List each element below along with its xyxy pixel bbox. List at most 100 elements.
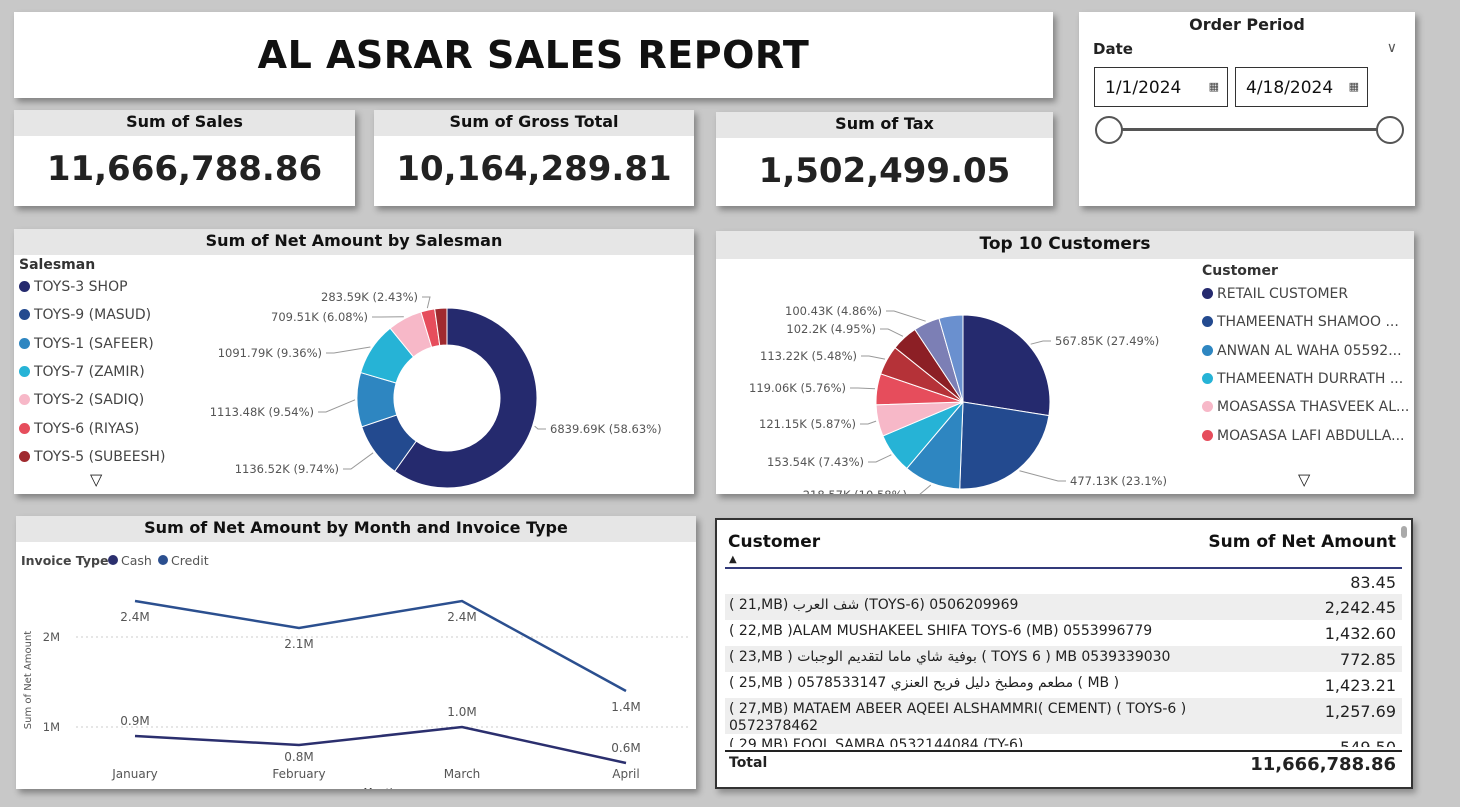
- data-label: 283.59K (2.43%): [321, 290, 418, 304]
- legend-swatch: [108, 555, 118, 565]
- cell-amount: 2,242.45: [1324, 598, 1396, 617]
- slicer-title: Order Period: [1189, 15, 1305, 34]
- data-label: 477.13K (23.1%): [1070, 474, 1167, 488]
- data-label: 0.8M: [284, 750, 313, 764]
- cell-amount: 1,423.21: [1324, 676, 1396, 695]
- data-label: 1113.48K (9.54%): [210, 405, 314, 419]
- chart-title: Sum of Net Amount by Month and Invoice T…: [16, 516, 696, 542]
- cell-customer: ( 23,MB ) بوفية شاي ماما لتقديم الوجبات …: [729, 649, 1171, 665]
- cell-customer: ( 27,MB) MATAEM ABEER AQEEI ALSHAMMRI( C…: [729, 701, 1187, 734]
- table-row[interactable]: ( 22,MB )ALAM MUSHAKEEL SHIFA TOYS-6 (MB…: [725, 620, 1402, 646]
- table-row[interactable]: ( 21,MB) شف العرب (TOYS-6) 0506209969 2,2…: [725, 594, 1402, 620]
- table-body[interactable]: 83.45 ( 21,MB) شف العرب (TOYS-6) 05062099…: [717, 569, 1415, 747]
- table-row[interactable]: ( 23,MB ) بوفية شاي ماما لتقديم الوجبات …: [725, 646, 1402, 672]
- x-tick-label: February: [272, 767, 325, 781]
- leader-line: [343, 452, 374, 470]
- sort-ascending-icon[interactable]: ▲: [729, 554, 737, 565]
- leader-line: [861, 355, 886, 360]
- column-header-customer[interactable]: Customer: [728, 532, 820, 552]
- salesman-donut-card: Sum of Net Amount by Salesman Salesman T…: [14, 229, 694, 494]
- cell-customer: ( 22,MB )ALAM MUSHAKEEL SHIFA TOYS-6 (MB…: [729, 623, 1153, 639]
- x-axis-label: Month: [364, 787, 397, 789]
- data-label: 0.9M: [120, 714, 149, 728]
- legend-title: Invoice Type: [21, 553, 108, 568]
- top-customers-pie-card: Top 10 Customers Customer RETAIL CUSTOME…: [716, 231, 1414, 494]
- calendar-icon[interactable]: ▦: [1349, 80, 1359, 93]
- data-label: 153.54K (7.43%): [767, 455, 864, 469]
- leader-line: [534, 425, 546, 430]
- column-header-amount[interactable]: Sum of Net Amount: [1208, 532, 1396, 552]
- slicer-field-label: Date: [1093, 40, 1133, 58]
- order-period-slicer: Order Period Date ∨ 1/1/2024 ▦ 4/18/2024…: [1079, 12, 1415, 206]
- slider-handle-end[interactable]: [1376, 116, 1404, 144]
- table-total-row: Total 11,666,788.86: [725, 750, 1402, 775]
- kpi-label: Sum of Tax: [716, 112, 1053, 138]
- cell-customer: ( 21,MB) شف العرب (TOYS-6) 0506209969: [729, 597, 1019, 613]
- date-to-input[interactable]: 4/18/2024 ▦: [1235, 67, 1368, 107]
- cell-amount: 549.50: [1340, 738, 1396, 747]
- data-label: 1091.79K (9.36%): [218, 346, 322, 360]
- table-row[interactable]: ( 27,MB) MATAEM ABEER AQEEI ALSHAMMRI( C…: [725, 698, 1402, 734]
- data-label: 567.85K (27.49%): [1055, 334, 1159, 348]
- pie-slice[interactable]: [959, 401, 1050, 490]
- cell-customer: ( 25,MB ) 0578533147 مطعم ومطبخ دليل فري…: [729, 675, 1120, 691]
- y-tick-label: 1M: [43, 720, 60, 734]
- leader-line: [880, 328, 904, 337]
- data-label: 2.1M: [284, 637, 313, 651]
- leader-line: [318, 399, 356, 413]
- calendar-icon[interactable]: ▦: [1209, 80, 1219, 93]
- cell-amount: 1,257.69: [1324, 702, 1396, 721]
- date-to-value: 4/18/2024: [1246, 78, 1334, 98]
- x-tick-label: April: [612, 767, 639, 781]
- kpi-card-gross-total: Sum of Gross Total 10,164,289.81: [374, 110, 694, 206]
- data-label: 0.6M: [611, 741, 640, 755]
- table-row[interactable]: ( 25,MB ) 0578533147 مطعم ومطبخ دليل فري…: [725, 672, 1402, 698]
- leader-line: [860, 420, 877, 425]
- salesman-donut-chart: 6839.69K (58.63%) 1136.52K (9.74%) 1113.48…: [210, 290, 662, 489]
- x-tick-label: January: [111, 767, 158, 781]
- legend-label[interactable]: Cash: [121, 553, 152, 568]
- pie-slice[interactable]: [962, 314, 1051, 417]
- date-from-input[interactable]: 1/1/2024 ▦: [1094, 67, 1228, 107]
- data-label: 2.4M: [447, 610, 476, 624]
- data-label: 1.4M: [611, 700, 640, 714]
- x-tick-label: March: [444, 767, 481, 781]
- kpi-value: 1,502,499.05: [758, 151, 1011, 191]
- kpi-label: Sum of Gross Total: [374, 110, 694, 136]
- data-label: 1.0M: [447, 705, 476, 719]
- line-series-cash[interactable]: [134, 725, 627, 765]
- kpi-value: 11,666,788.86: [46, 149, 323, 189]
- chevron-down-icon[interactable]: ∨: [1387, 40, 1397, 56]
- leader-line: [422, 296, 431, 309]
- y-axis-label: Sum of Net Amount: [23, 631, 34, 730]
- data-label: 121.15K (5.87%): [759, 417, 856, 431]
- date-from-value: 1/1/2024: [1105, 78, 1182, 98]
- kpi-value: 10,164,289.81: [396, 149, 672, 189]
- data-label: 709.51K (6.08%): [271, 310, 368, 324]
- cell-customer: ( 29,MB) FOOL SAMBA 0532144084 (TY-6): [729, 737, 1024, 747]
- slider-handle-start[interactable]: [1095, 116, 1123, 144]
- chart-title: Sum of Net Amount by Salesman: [14, 229, 694, 255]
- total-value: 11,666,788.86: [1250, 754, 1396, 775]
- line-series-credit[interactable]: [134, 599, 627, 693]
- table-scrollbar[interactable]: [1401, 526, 1407, 538]
- leader-line: [1030, 340, 1051, 345]
- date-range-slider-track[interactable]: [1109, 128, 1391, 131]
- table-row[interactable]: ( 29,MB) FOOL SAMBA 0532144084 (TY-6) 549…: [725, 734, 1402, 747]
- y-tick-label: 2M: [43, 630, 60, 644]
- data-label: 218.57K (10.58%): [803, 488, 907, 494]
- data-label: 6839.69K (58.63%): [550, 422, 662, 436]
- month-line-chart: Invoice Type Cash Credit 1M 2M Sum of Net Amo…: [21, 553, 691, 789]
- leader-line: [850, 387, 876, 390]
- table-row[interactable]: 83.45: [725, 569, 1402, 594]
- data-label: 119.06K (5.76%): [749, 381, 846, 395]
- data-label: 100.43K (4.86%): [785, 304, 882, 318]
- report-title-card: AL ASRAR SALES REPORT: [14, 12, 1053, 98]
- leader-line: [1019, 470, 1066, 482]
- kpi-label: Sum of Sales: [14, 110, 355, 136]
- legend-label[interactable]: Credit: [171, 553, 209, 568]
- cell-amount: 1,432.60: [1324, 624, 1396, 643]
- data-label: 102.2K (4.95%): [786, 322, 876, 336]
- kpi-card-tax: Sum of Tax 1,502,499.05: [716, 112, 1053, 206]
- line-legend: Invoice Type Cash Credit: [21, 553, 209, 568]
